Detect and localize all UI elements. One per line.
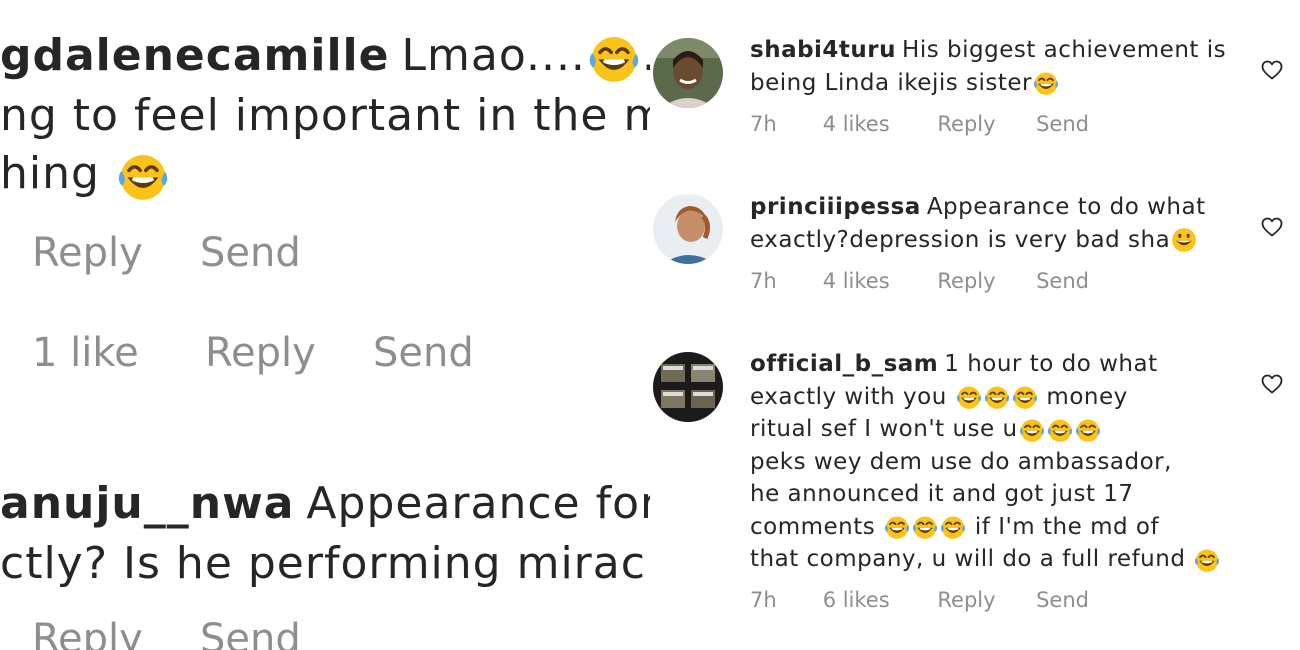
reply-button[interactable]: Reply [937, 269, 1029, 293]
comment-likes[interactable]: 6 likes [823, 588, 931, 612]
comment-username[interactable]: shabi4turu [750, 37, 896, 63]
comment-line: exactly?depression is very bad sha [750, 226, 1171, 253]
comment-line: 1 hour to do what [944, 351, 1158, 377]
heart-outline-icon[interactable] [1260, 215, 1284, 239]
comment-line: exactly with you [750, 383, 947, 410]
comment-text: official_b_sam 1 hour to do what exactly … [750, 348, 1250, 576]
comment-meta: 7h 4 likes Reply Send [750, 269, 1089, 293]
laugh-emoji-icon [955, 383, 983, 411]
zoom-comment1-line3-text: hing [0, 148, 100, 199]
comment-time: 7h [750, 269, 777, 293]
laugh-emoji-icon [586, 30, 642, 86]
comment-line: he announced it and got just 17 [750, 481, 1134, 507]
zoom-row2-send-button[interactable]: Send [373, 330, 474, 376]
zoom-comment1-line2: ng to feel important in the mid [0, 90, 650, 141]
heart-outline-icon[interactable] [1260, 58, 1284, 82]
zoom-comment1-text: Lmao.... [401, 30, 586, 81]
laugh-emoji-icon [1018, 416, 1046, 444]
zoom-comment2-text: Appearance for w [306, 478, 650, 529]
zoom-comment1-username[interactable]: gdalenecamille [0, 30, 389, 81]
zoom-comment1-reply-button[interactable]: Reply [32, 230, 143, 276]
laugh-emoji-icon [939, 513, 967, 541]
comment-line: Appearance to do what [926, 194, 1206, 220]
zoom-comment1-line3: hing [0, 148, 171, 204]
laugh-emoji-icon [1193, 546, 1221, 574]
comment-username[interactable]: princiiipessa [750, 194, 921, 220]
comment-line: money [1046, 383, 1128, 410]
zoom-row2-reply-button[interactable]: Reply [205, 330, 316, 376]
laugh-emoji-icon [115, 148, 171, 204]
comment-line: if I'm the md of [974, 513, 1160, 540]
comment-username[interactable]: official_b_sam [750, 351, 938, 377]
comment-meta: 7h 6 likes Reply Send [750, 588, 1089, 612]
avatar[interactable] [653, 38, 723, 108]
laugh-emoji-icon [911, 513, 939, 541]
comment-likes[interactable]: 4 likes [823, 112, 931, 136]
comment-line: being Linda ikejis sister [750, 69, 1033, 96]
zoom-comment1-send-button[interactable]: Send [200, 230, 301, 276]
zoomed-comments-panel: gdalenecamilleLmao.... ... h ng to feel i… [0, 0, 650, 650]
zoom-likes-count[interactable]: 1 like [32, 330, 139, 376]
comment-line: ritual sef I won't use u [750, 416, 1018, 442]
heart-outline-icon[interactable] [1260, 372, 1284, 396]
comment-line: comments [750, 513, 876, 540]
comment-likes[interactable]: 4 likes [823, 269, 931, 293]
send-button[interactable]: Send [1036, 112, 1089, 136]
comment-text: shabi4turu His biggest achievement is bei… [750, 34, 1250, 99]
laugh-emoji-icon [1011, 383, 1039, 411]
comment-line: His biggest achievement is [902, 37, 1227, 63]
send-button[interactable]: Send [1036, 588, 1089, 612]
zoom-comment2-send-button[interactable]: Send [200, 616, 301, 650]
grin-emoji-icon [1170, 226, 1198, 254]
comment-meta: 7h 4 likes Reply Send [750, 112, 1089, 136]
avatar[interactable] [653, 352, 723, 422]
comment-time: 7h [750, 112, 777, 136]
laugh-emoji-icon [883, 513, 911, 541]
zoom-comment2-reply-button[interactable]: Reply [32, 616, 143, 650]
reply-button[interactable]: Reply [937, 588, 1029, 612]
laugh-emoji-icon [983, 383, 1011, 411]
zoom-comment1-text-cont: ... h [642, 30, 650, 81]
comments-list: shabi4turu His biggest achievement is bei… [650, 0, 1300, 650]
avatar[interactable] [653, 194, 723, 264]
comment-line: peks wey dem use do ambassador, [750, 448, 1172, 475]
laugh-emoji-icon [1046, 416, 1074, 444]
zoom-comment1-line1: gdalenecamilleLmao.... ... h [0, 30, 650, 86]
laugh-emoji-icon [1074, 416, 1102, 444]
reply-button[interactable]: Reply [937, 112, 1029, 136]
comment-line: that company, u will do a full refund [750, 546, 1186, 572]
zoom-comment2-username[interactable]: anuju__nwa [0, 478, 294, 529]
zoom-comment2-line2: ctly? Is he performing miracle [0, 538, 650, 589]
laugh-emoji-icon [1032, 69, 1060, 97]
comment-time: 7h [750, 588, 777, 612]
send-button[interactable]: Send [1036, 269, 1089, 293]
zoom-comment2-line1: anuju__nwaAppearance for w [0, 478, 650, 529]
comment-text: princiiipessa Appearance to do what exact… [750, 191, 1250, 256]
